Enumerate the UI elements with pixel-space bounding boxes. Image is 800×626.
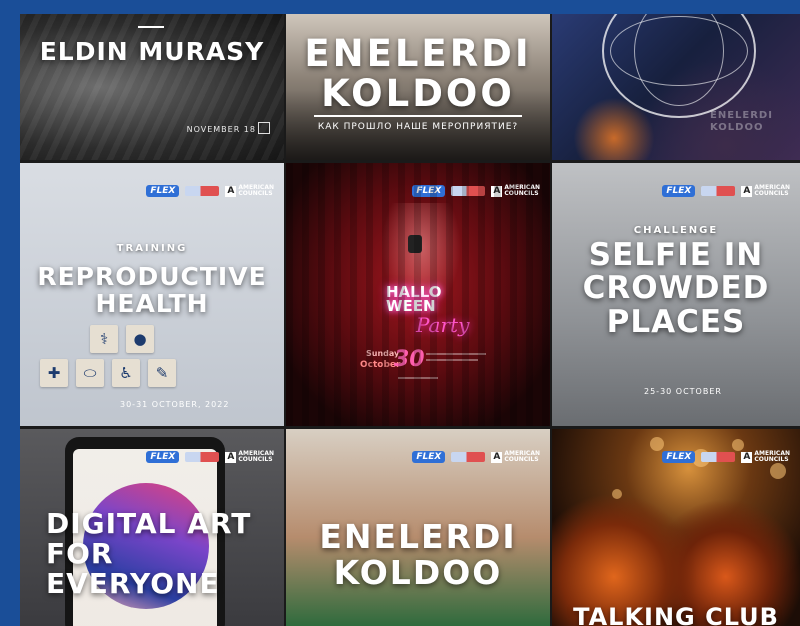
title-divider	[138, 26, 164, 28]
background-text: ENELERDI KOLDOO	[710, 110, 773, 133]
microphone-icon	[408, 235, 422, 253]
wireframe-sphere-graphic	[602, 14, 756, 118]
sponsor-logos: FLEX A AMERICAN COUNCILS	[662, 185, 790, 197]
post-kicker: CHALLENGE	[633, 225, 719, 236]
partner-logo	[451, 186, 486, 196]
post-ball-artwork[interactable]: ENELERDI KOLDOO	[552, 14, 800, 160]
partner-logo	[701, 452, 736, 462]
drop-icon: ●	[126, 325, 154, 353]
post-title: REPRODUCTIVE HEALTH	[37, 262, 267, 318]
calendar-icon	[258, 122, 270, 134]
post-reproductive-health[interactable]: FLEX A AMERICAN COUNCILS TRAINING REPRODU…	[20, 163, 284, 426]
flex-logo: FLEX	[412, 451, 446, 463]
spotlight	[381, 203, 461, 313]
sponsor-logos: FLEX A AMERICAN COUNCILS	[412, 451, 540, 463]
post-date: 25-30 OCTOBER	[644, 387, 722, 396]
sponsor-logos: FLEX A AMERICAN COUNCILS	[146, 185, 274, 197]
post-kicker: TRAINING	[116, 243, 188, 254]
post-title: ENELERDI KOLDOO	[319, 517, 517, 592]
syringe-icon: ✎	[148, 359, 176, 387]
bokeh-light	[770, 463, 786, 479]
bokeh-light	[650, 437, 664, 451]
sponsor-logos: FLEX A AMERICAN COUNCILS	[662, 451, 790, 463]
partner-logo	[185, 452, 220, 462]
post-selfie-challenge[interactable]: FLEX A AMERICAN COUNCILS CHALLENGE SELFIE…	[552, 163, 800, 426]
bokeh-light	[612, 489, 622, 499]
american-councils-logo: A AMERICAN COUNCILS	[491, 451, 540, 463]
post-title: TALKING CLUB	[573, 603, 779, 626]
month-label: October	[360, 360, 401, 370]
wheelchair-icon: ♿	[112, 359, 140, 387]
american-councils-logo: A AMERICAN COUNCILS	[741, 451, 790, 463]
american-councils-logo: A AMERICAN COUNCILS	[741, 185, 790, 197]
post-title: ENELERDI KOLDOO	[304, 32, 532, 115]
post-halloween-party[interactable]: FLEX A AMERICAN COUNCILS HALLO WEEN Party…	[286, 163, 550, 426]
sponsor-logos: FLEX A AMERICAN COUNCILS	[412, 185, 540, 197]
bokeh-light	[732, 439, 744, 451]
halloween-neon-title: HALLO WEEN	[386, 283, 442, 315]
day-label: Sunday	[366, 349, 400, 358]
post-title: ELDIN MURASY	[39, 37, 265, 66]
partner-logo	[451, 452, 486, 462]
event-details-line	[426, 359, 478, 361]
event-details-line	[426, 353, 486, 355]
pills-icon: ⬭	[76, 359, 104, 387]
partner-logo	[185, 186, 220, 196]
flex-logo: FLEX	[662, 451, 696, 463]
american-councils-logo: A AMERICAN COUNCILS	[491, 185, 540, 197]
flex-logo: FLEX	[662, 185, 696, 197]
post-grid: ELDIN MURASY NOVEMBER 18 ENELERDI KOLDOO…	[20, 14, 800, 626]
event-day: 30	[394, 347, 425, 372]
sponsor-logos: FLEX A AMERICAN COUNCILS	[146, 451, 274, 463]
post-title: DIGITAL ART FOR EVERYONE	[46, 507, 252, 601]
party-script: Party	[416, 313, 470, 337]
first-aid-icon: ✚	[40, 359, 68, 387]
post-eldin-murasy[interactable]: ELDIN MURASY NOVEMBER 18	[20, 14, 284, 160]
flex-logo: FLEX	[146, 451, 180, 463]
post-digital-art[interactable]: FLEX A AMERICAN COUNCILS DIGITAL ART FOR …	[20, 429, 284, 626]
post-enelerdi-koldoo-recap[interactable]: ENELERDI KOLDOO КАК ПРОШЛО НАШЕ МЕРОПРИЯ…	[286, 14, 550, 160]
post-talking-club[interactable]: FLEX A AMERICAN COUNCILS TALKING CLUB	[552, 429, 800, 626]
partner-logo	[701, 186, 736, 196]
american-councils-logo: A AMERICAN COUNCILS	[225, 451, 274, 463]
post-date: NOVEMBER 18	[186, 125, 256, 134]
doctor-icon: ⚕	[90, 325, 118, 353]
post-enelerdi-koldoo[interactable]: FLEX A AMERICAN COUNCILS ENELERDI KOLDOO	[286, 429, 550, 626]
title-underline	[314, 115, 522, 117]
flex-logo: FLEX	[412, 185, 446, 197]
american-councils-logo: A AMERICAN COUNCILS	[225, 185, 274, 197]
event-footnote-line	[398, 377, 438, 379]
post-title: SELFIE IN CROWDED PLACES	[582, 237, 770, 340]
post-date: 30-31 OCTOBER, 2022	[120, 400, 230, 409]
post-subtitle: КАК ПРОШЛО НАШЕ МЕРОПРИЯТИЕ?	[317, 122, 519, 132]
flex-logo: FLEX	[146, 185, 180, 197]
